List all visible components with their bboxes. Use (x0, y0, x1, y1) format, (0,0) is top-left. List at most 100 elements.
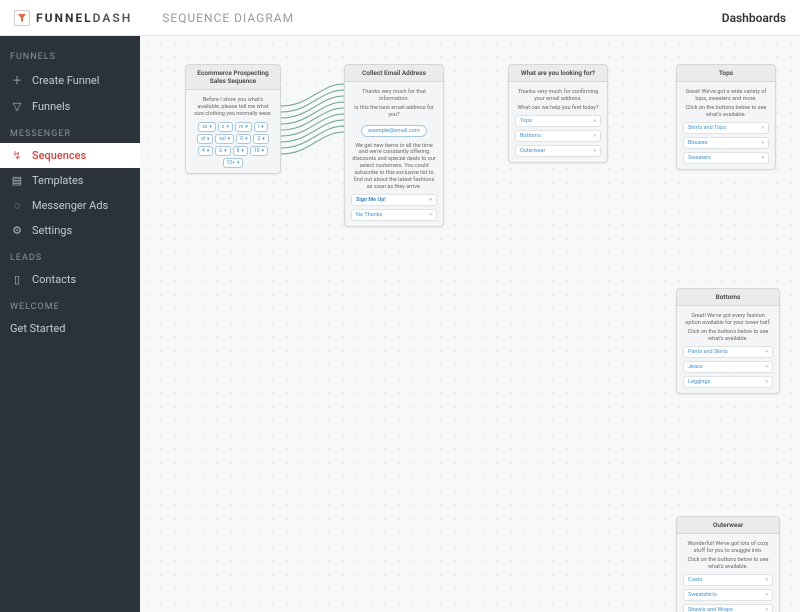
node-text: Click on the buttons below to see what's… (683, 329, 773, 343)
section-leads: LEADS (0, 243, 140, 267)
sequence-icon: ↯ (10, 149, 24, 162)
nav-label: Get Started (10, 322, 65, 335)
option-coats[interactable]: Coats▾ (683, 574, 773, 586)
nav-label: Settings (32, 224, 72, 237)
option-tops[interactable]: Tops▾ (515, 115, 601, 127)
node-text: We get new items in all the time and we'… (351, 143, 437, 191)
size-chip[interactable]: 2▾ (253, 134, 268, 144)
sidebar: FUNNELS ＋ Create Funnel ▽ Funnels MESSEN… (0, 36, 140, 612)
chevron-icon: ▾ (765, 379, 768, 385)
nav-sequences[interactable]: ↯ Sequences (0, 143, 140, 168)
size-chip[interactable]: l▾ (254, 122, 268, 132)
node-title: Ecommerce Prospecting Sales Sequence (186, 65, 280, 90)
node-text: Thanks very much for that information. (351, 89, 437, 103)
logo-icon (14, 10, 30, 26)
brand[interactable]: FUNNELDASH (14, 10, 132, 26)
nav-contacts[interactable]: ▯ Contacts (0, 267, 140, 292)
node-start-sequence[interactable]: Ecommerce Prospecting Sales Sequence Bef… (185, 64, 281, 174)
size-chip[interactable]: s▾ (218, 122, 233, 132)
node-collect-email[interactable]: Collect Email Address Thanks very much f… (344, 64, 444, 227)
nav-templates[interactable]: ▤ Templates (0, 168, 140, 193)
chevron-icon: ▾ (761, 125, 764, 131)
node-title: Tops (677, 65, 775, 82)
option-sweatshirts[interactable]: Sweatshirts▾ (683, 589, 773, 601)
node-title: Collect Email Address (345, 65, 443, 82)
nav-settings[interactable]: ⚙ Settings (0, 218, 140, 243)
size-chip[interactable]: m▾ (235, 122, 252, 132)
chevron-icon: ▾ (761, 155, 764, 161)
nav-funnels[interactable]: ▽ Funnels (0, 94, 140, 119)
option-jeans[interactable]: Jeans▾ (683, 361, 773, 373)
node-title: Bottoms (677, 289, 779, 306)
size-chip[interactable]: xs▾ (198, 122, 216, 132)
nav-label: Contacts (32, 273, 76, 286)
node-tops[interactable]: Tops Great! We've got a wide variety of … (676, 64, 776, 170)
email-chip[interactable]: example@email.com (361, 125, 426, 137)
nav-label: Templates (32, 174, 83, 187)
chevron-icon: ▾ (593, 133, 596, 139)
node-text: What can we help you find today? (515, 105, 601, 112)
node-looking-for[interactable]: What are you looking for? Thanks very mu… (508, 64, 608, 163)
nav-label: Funnels (32, 100, 70, 113)
node-intro: Before I show you what's available, plea… (192, 97, 274, 118)
option-shawls[interactable]: Shawls and Wraps▾ (683, 604, 773, 612)
option-leggings[interactable]: Leggings▾ (683, 376, 773, 388)
size-chip[interactable]: 10▾ (250, 146, 268, 156)
option-outerwear[interactable]: Outerwear▾ (515, 145, 601, 157)
chevron-icon: ▾ (765, 607, 768, 612)
nav-label: Create Funnel (32, 74, 99, 87)
chevron-icon: ▾ (429, 212, 432, 218)
chevron-icon: ▾ (765, 577, 768, 583)
size-chip[interactable]: 6▾ (215, 146, 230, 156)
node-title: Outerwear (677, 517, 779, 534)
signup-button[interactable]: Sign Me Up!▾ (351, 194, 437, 206)
ads-icon: ◌ (10, 199, 24, 212)
funnel-icon: ▽ (10, 100, 24, 113)
section-funnels: FUNNELS (0, 42, 140, 66)
nav-messenger-ads[interactable]: ◌ Messenger Ads (0, 193, 140, 218)
node-text: Great! We've got a wide variety of tops,… (683, 89, 769, 103)
template-icon: ▤ (10, 174, 24, 187)
size-chip[interactable]: xl▾ (197, 134, 213, 144)
node-bottoms[interactable]: Bottoms Great! We've got every fashion o… (676, 288, 780, 394)
option-blouses[interactable]: Blouses▾ (683, 137, 769, 149)
chevron-icon: ▾ (593, 118, 596, 124)
nav-label: Messenger Ads (32, 199, 108, 212)
topbar: FUNNELDASH SEQUENCE DIAGRAM Dashboards (0, 0, 800, 36)
option-sweaters[interactable]: Sweaters▾ (683, 152, 769, 164)
size-chip[interactable]: 4▾ (198, 146, 213, 156)
size-chip[interactable]: xxl▾ (215, 134, 234, 144)
gear-icon: ⚙ (10, 224, 24, 237)
node-outerwear[interactable]: Outerwear Wonderful! We've got lots of c… (676, 516, 780, 612)
plus-icon: ＋ (10, 72, 24, 88)
node-text: Click on the buttons below to see what's… (683, 557, 773, 571)
nothanks-button[interactable]: No Thanks▾ (351, 209, 437, 221)
chevron-icon: ▾ (761, 140, 764, 146)
option-shirts[interactable]: Shirts and Tops▾ (683, 122, 769, 134)
node-text: Click on the buttons below to see what's… (683, 105, 769, 119)
diagram-canvas[interactable]: Ecommerce Prospecting Sales Sequence Bef… (140, 36, 800, 612)
size-chip[interactable]: 8▾ (233, 146, 248, 156)
section-welcome: WELCOME (0, 292, 140, 316)
size-chip[interactable]: 12+▾ (223, 158, 244, 168)
option-pants[interactable]: Pants and Skirts▾ (683, 346, 773, 358)
contacts-icon: ▯ (10, 273, 24, 286)
nav-create-funnel[interactable]: ＋ Create Funnel (0, 66, 140, 94)
chevron-icon: ▾ (765, 364, 768, 370)
page-title: SEQUENCE DIAGRAM (162, 11, 294, 25)
chevron-icon: ▾ (765, 349, 768, 355)
node-text: Wonderful! We've got lots of cozy stuff … (683, 541, 773, 555)
chevron-icon: ▾ (429, 197, 432, 203)
nav-get-started[interactable]: Get Started (0, 316, 140, 341)
size-chip[interactable]: 0▾ (236, 134, 251, 144)
node-text: Great! We've got every fashion option av… (683, 313, 773, 327)
chevron-icon: ▾ (765, 592, 768, 598)
option-bottoms[interactable]: Bottoms▾ (515, 130, 601, 142)
section-messenger: MESSENGER (0, 119, 140, 143)
node-title: What are you looking for? (509, 65, 607, 82)
size-chip-row: xs▾ s▾ m▾ l▾ xl▾ xxl▾ 0▾ 2▾ 4▾ 6▾ 8▾ 10▾… (192, 122, 274, 168)
chevron-icon: ▾ (593, 148, 596, 154)
dashboards-link[interactable]: Dashboards (722, 11, 786, 25)
nav-label: Sequences (32, 149, 86, 162)
node-text: Is this the best email address for you? (351, 105, 437, 119)
